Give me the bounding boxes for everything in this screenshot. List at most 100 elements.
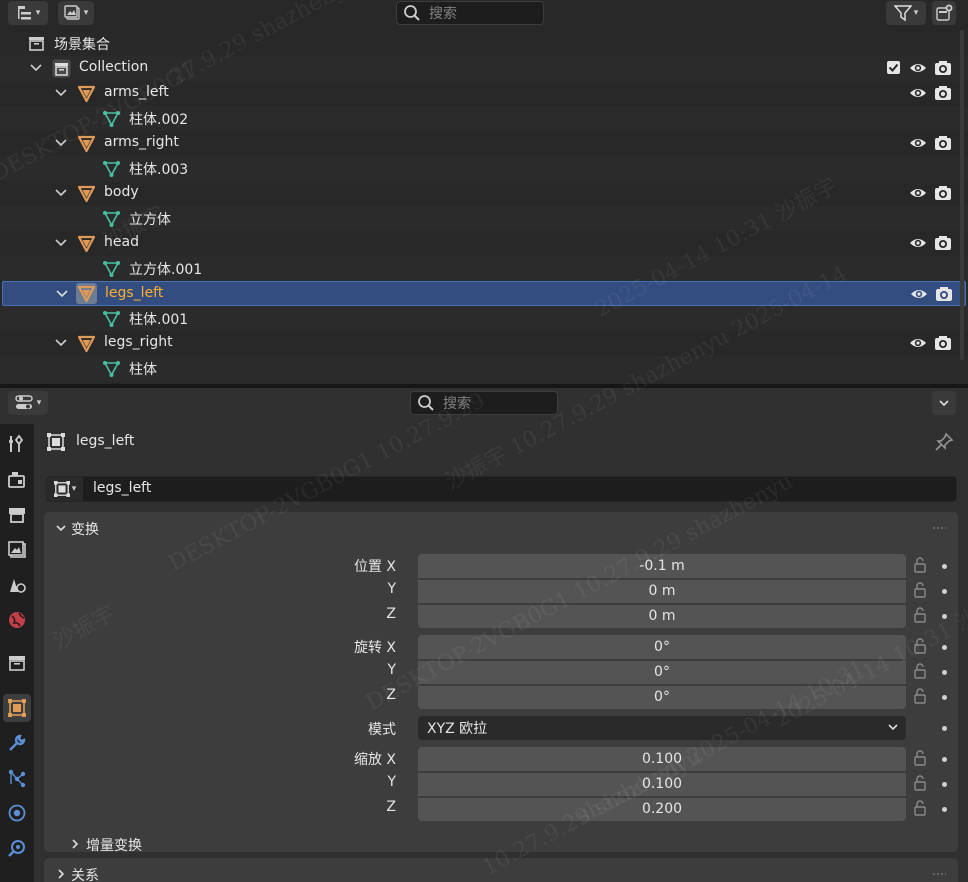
location-x-field[interactable]: -0.1 m [418,554,906,578]
expand-chevron-icon[interactable] [54,236,68,250]
rotation-mode-select[interactable]: XYZ 欧拉 [418,716,906,740]
location-z-field[interactable]: 0 m [418,604,906,628]
eye-icon[interactable] [909,335,927,351]
options-dropdown-button[interactable] [932,391,956,415]
camera-icon[interactable] [934,185,952,201]
keyframe-dot-icon[interactable] [942,807,947,812]
scale-z-field[interactable]: 0.200 [418,797,906,821]
properties-search-input[interactable]: 搜索 [410,391,558,415]
unlock-icon[interactable] [913,557,927,573]
new-collection-button[interactable] [932,1,956,25]
location-y-field[interactable]: 0 m [418,579,906,603]
scene-collection-row[interactable]: 场景集合 [0,31,968,56]
keyframe-dot-icon[interactable] [942,757,947,762]
keyframe-dot-icon[interactable] [942,589,947,594]
expand-chevron-icon[interactable] [55,287,69,301]
camera-icon[interactable] [934,60,952,76]
filter-button[interactable]: ▾ [886,1,926,25]
keyframe-dot-icon[interactable] [942,726,947,731]
keyframe-dot-icon[interactable] [942,695,947,700]
keyframe-dot-icon[interactable] [942,564,947,569]
keyframe-dot-icon[interactable] [942,782,947,787]
unlock-icon[interactable] [913,582,927,598]
eye-icon[interactable] [909,235,927,251]
scale-y-value: 0.100 [641,776,683,792]
outliner-object-row[interactable]: body [0,181,968,206]
tab-collection[interactable] [3,649,31,677]
outliner-mesh-row[interactable]: 柱体.003 [0,156,968,181]
camera-icon[interactable] [934,85,952,101]
outliner-object-row[interactable]: arms_right [0,131,968,156]
expand-chevron-icon[interactable] [54,136,68,150]
outliner-mesh-row[interactable]: 柱体.002 [0,106,968,131]
unlock-icon[interactable] [913,663,927,679]
eye-icon[interactable] [909,135,927,151]
drag-grip-icon[interactable] [932,526,946,530]
expand-chevron-icon[interactable] [54,86,68,100]
tab-constraints[interactable] [3,834,31,862]
view-layer-icon [64,5,80,20]
unlock-icon[interactable] [913,638,927,654]
outliner-object-row[interactable]: legs_right [0,331,968,356]
keyframe-dot-icon[interactable] [942,614,947,619]
tab-scene[interactable] [3,571,31,599]
camera-icon[interactable] [934,335,952,351]
pin-icon[interactable] [934,432,954,452]
scale-y-field[interactable]: 0.100 [418,772,906,796]
search-placeholder: 搜索 [443,396,471,412]
tab-particles[interactable] [3,764,31,792]
keyframe-dot-icon[interactable] [942,670,947,675]
unlock-icon[interactable] [913,800,927,816]
outliner-search-input[interactable]: 搜索 [396,1,544,25]
mesh-data-icon [103,361,120,377]
outliner-object-row-selected[interactable]: legs_left [2,281,966,306]
rotation-x-field[interactable]: 0° [418,635,906,659]
tab-object[interactable] [3,694,31,722]
checkbox-checked-icon[interactable] [885,60,903,76]
tab-tool[interactable] [3,430,31,458]
unlock-icon[interactable] [913,607,927,623]
tab-world[interactable] [3,606,31,634]
object-name-field[interactable]: ▾ legs_left [46,476,957,502]
camera-icon[interactable] [934,235,952,251]
tab-modifiers[interactable] [3,729,31,757]
camera-icon[interactable] [934,135,952,151]
rotation-z-field[interactable]: 0° [418,685,906,709]
editor-type-button[interactable]: ▾ [8,391,48,415]
collection-row[interactable]: Collection [0,56,968,81]
tab-render[interactable] [3,466,31,494]
outliner-mesh-row[interactable]: 立方体.001 [0,256,968,281]
outliner-object-row[interactable]: head [0,231,968,256]
keyframe-dot-icon[interactable] [942,645,947,650]
mesh-data-icon [103,261,120,277]
camera-icon[interactable] [935,286,953,302]
scale-x-field[interactable]: 0.100 [418,747,906,771]
rotation-y-field[interactable]: 0° [418,660,906,684]
eye-icon[interactable] [909,60,927,76]
outliner-scrollbar[interactable] [960,30,964,360]
unlock-icon[interactable] [913,750,927,766]
outliner-object-row[interactable]: arms_left [0,81,968,106]
delta-transform-subpanel-header[interactable]: 增量变换 [60,834,360,854]
relations-panel-header[interactable]: 关系 [44,858,958,882]
expand-chevron-icon[interactable] [54,186,68,200]
display-mode-button[interactable]: ▾ [58,1,94,25]
eye-icon[interactable] [909,85,927,101]
transform-panel-header[interactable]: 变换 [44,512,958,542]
editor-type-button[interactable]: ▾ [8,1,48,25]
outliner-mesh-row[interactable]: 柱体 [0,356,968,381]
expand-chevron-icon[interactable] [29,61,43,75]
expand-chevron-icon[interactable] [54,336,68,350]
tab-output[interactable] [3,501,31,529]
tab-view-layer[interactable] [3,536,31,564]
object-selector-button[interactable]: ▾ [47,477,83,501]
eye-icon[interactable] [909,185,927,201]
eye-icon[interactable] [910,286,928,302]
outliner-mesh-row[interactable]: 柱体.001 [0,306,968,331]
object-icon [77,135,96,153]
tab-physics[interactable] [3,799,31,827]
unlock-icon[interactable] [913,688,927,704]
unlock-icon[interactable] [913,775,927,791]
drag-grip-icon[interactable] [932,872,946,876]
outliner-mesh-row[interactable]: 立方体 [0,206,968,231]
